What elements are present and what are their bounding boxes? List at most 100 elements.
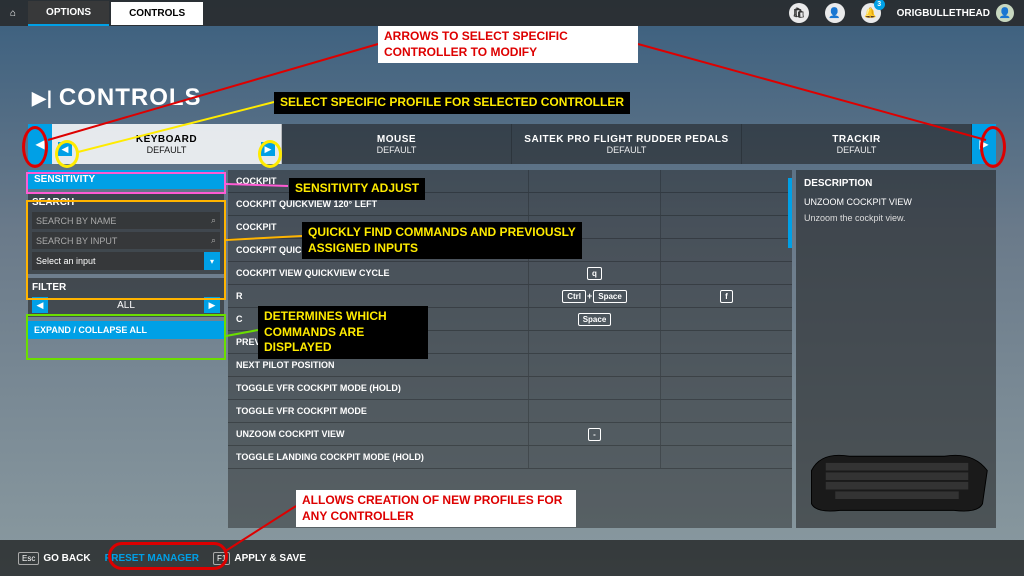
controller-profile: DEFAULT xyxy=(607,145,647,155)
notifications-icon[interactable]: 🔔 3 xyxy=(861,3,881,23)
controller-next-arrow[interactable]: ▶ xyxy=(972,124,996,164)
apply-save-label: APPLY & SAVE xyxy=(234,553,306,564)
left-column: SENSITIVITY SEARCH SEARCH BY NAME ⌕ SEAR… xyxy=(28,170,224,528)
command-binding-2[interactable] xyxy=(660,239,792,261)
command-binding-1[interactable]: q xyxy=(528,262,660,284)
command-label: TOGGLE VFR COCKPIT MODE xyxy=(228,406,528,416)
command-binding-1[interactable] xyxy=(528,331,660,353)
go-back-button[interactable]: Esc GO BACK xyxy=(18,552,91,565)
controller-name: TRACKIR xyxy=(832,134,881,145)
command-label: R xyxy=(228,291,528,301)
description-panel: DESCRIPTION UNZOOM COCKPIT VIEW Unzoom t… xyxy=(796,170,996,528)
command-row[interactable]: RCtrl + Spacef xyxy=(228,285,792,308)
expand-collapse-button[interactable]: EXPAND / COLLAPSE ALL xyxy=(28,321,224,339)
command-row[interactable]: TOGGLE LANDING COCKPIT MODE (HOLD) xyxy=(228,446,792,469)
profile-icon[interactable]: 👤 xyxy=(825,3,845,23)
store-icon[interactable]: 🛍 xyxy=(789,3,809,23)
description-name: UNZOOM COCKPIT VIEW xyxy=(804,197,988,207)
command-binding-2[interactable] xyxy=(660,262,792,284)
search-placeholder: SEARCH BY NAME xyxy=(36,216,116,226)
command-binding-2[interactable] xyxy=(660,170,792,192)
command-label: NEXT PILOT POSITION xyxy=(228,360,528,370)
annotation-profile: SELECT SPECIFIC PROFILE FOR SELECTED CON… xyxy=(274,92,630,114)
command-label: UNZOOM COCKPIT VIEW xyxy=(228,429,528,439)
annotation-filter: DETERMINES WHICH COMMANDS ARE DISPLAYED xyxy=(258,306,428,359)
command-binding-1[interactable] xyxy=(528,354,660,376)
command-binding-2[interactable] xyxy=(660,354,792,376)
command-binding-2[interactable] xyxy=(660,400,792,422)
avatar: 👤 xyxy=(996,4,1014,22)
command-label: TOGGLE VFR COCKPIT MODE (HOLD) xyxy=(228,383,528,393)
command-binding-2[interactable] xyxy=(660,216,792,238)
key-hint: Esc xyxy=(18,552,39,565)
apply-save-button[interactable]: F1 APPLY & SAVE xyxy=(213,552,306,565)
controller-tab-keyboard[interactable]: KEYBOARD DEFAULT ◀ ▶ xyxy=(52,124,282,164)
filter-value: ALL xyxy=(48,300,204,311)
command-binding-2[interactable] xyxy=(660,193,792,215)
keyboard-image xyxy=(802,440,992,520)
command-label: COCKPIT QUICKVIEW 120° LEFT xyxy=(228,199,528,209)
search-panel: SEARCH SEARCH BY NAME ⌕ SEARCH BY INPUT … xyxy=(28,193,224,274)
filter-title: FILTER xyxy=(32,282,220,293)
chevron-down-icon: ▾ xyxy=(204,252,220,270)
tab-options[interactable]: OPTIONS xyxy=(28,1,109,26)
sensitivity-button[interactable]: SENSITIVITY xyxy=(28,170,224,189)
command-row[interactable]: TOGGLE VFR COCKPIT MODE xyxy=(228,400,792,423)
preset-manager-button[interactable]: PRESET MANAGER xyxy=(105,553,199,564)
tab-controls[interactable]: CONTROLS xyxy=(111,2,203,25)
command-binding-1[interactable] xyxy=(528,400,660,422)
username-label: ORIGBULLETHEAD xyxy=(897,8,990,19)
command-binding-1[interactable]: - xyxy=(528,423,660,445)
command-binding-2[interactable] xyxy=(660,308,792,330)
command-binding-1[interactable] xyxy=(528,377,660,399)
go-back-label: GO BACK xyxy=(43,553,90,564)
search-icon: ⌕ xyxy=(211,235,216,246)
filter-next-arrow[interactable]: ▶ xyxy=(204,297,220,313)
select-input-label: Select an input xyxy=(36,256,96,266)
command-binding-1[interactable] xyxy=(528,193,660,215)
search-icon: ⌕ xyxy=(211,215,216,226)
notification-badge: 3 xyxy=(874,0,885,10)
controller-tab-pedals[interactable]: SAITEK PRO FLIGHT RUDDER PEDALS DEFAULT xyxy=(512,124,742,164)
controller-prev-arrow[interactable]: ◀ xyxy=(28,124,52,164)
bottom-bar: Esc GO BACK PRESET MANAGER F1 APPLY & SA… xyxy=(0,540,1024,576)
page-title-text: CONTROLS xyxy=(59,84,202,112)
command-label: COCKPIT VIEW QUICKVIEW CYCLE xyxy=(228,268,528,278)
scrollbar[interactable] xyxy=(788,178,792,248)
controller-tab-trackir[interactable]: TRACKIR DEFAULT xyxy=(742,124,972,164)
command-row[interactable]: TOGGLE VFR COCKPIT MODE (HOLD) xyxy=(228,377,792,400)
command-row[interactable]: COCKPIT VIEW QUICKVIEW CYCLEq xyxy=(228,262,792,285)
username-area[interactable]: ORIGBULLETHEAD 👤 xyxy=(897,4,1014,22)
search-by-name-input[interactable]: SEARCH BY NAME ⌕ xyxy=(32,212,220,229)
command-binding-1[interactable] xyxy=(528,170,660,192)
controller-row: ◀ KEYBOARD DEFAULT ◀ ▶ MOUSE DEFAULT SAI… xyxy=(28,124,996,164)
top-bar: ⌂ OPTIONS CONTROLS 🛍 👤 🔔 3 ORIGBULLETHEA… xyxy=(0,0,1024,26)
command-binding-2[interactable] xyxy=(660,446,792,468)
command-binding-1[interactable]: Space xyxy=(528,308,660,330)
filter-panel: FILTER ◀ ALL ▶ xyxy=(28,278,224,317)
command-row[interactable]: UNZOOM COCKPIT VIEW- xyxy=(228,423,792,446)
description-title: DESCRIPTION xyxy=(804,178,988,189)
home-icon[interactable]: ⌂ xyxy=(10,8,16,19)
select-input-dropdown[interactable]: Select an input ▾ xyxy=(32,252,220,270)
command-label: TOGGLE LANDING COCKPIT MODE (HOLD) xyxy=(228,452,528,462)
command-binding-2[interactable] xyxy=(660,423,792,445)
filter-prev-arrow[interactable]: ◀ xyxy=(32,297,48,313)
controller-tab-mouse[interactable]: MOUSE DEFAULT xyxy=(282,124,512,164)
search-by-input-input[interactable]: SEARCH BY INPUT ⌕ xyxy=(32,232,220,249)
controller-profile: DEFAULT xyxy=(377,145,417,155)
key-hint: F1 xyxy=(213,552,230,565)
controller-name: MOUSE xyxy=(377,134,416,145)
controller-name: SAITEK PRO FLIGHT RUDDER PEDALS xyxy=(524,134,728,145)
annotation-sensitivity: SENSITIVITY ADJUST xyxy=(289,178,425,200)
command-binding-2[interactable] xyxy=(660,377,792,399)
annotation-preset: ALLOWS CREATION OF NEW PROFILES FOR ANY … xyxy=(296,490,576,527)
profile-prev-arrow[interactable]: ◀ xyxy=(58,142,72,156)
controller-profile: DEFAULT xyxy=(837,145,877,155)
command-binding-2[interactable] xyxy=(660,331,792,353)
command-binding-1[interactable] xyxy=(528,446,660,468)
command-binding-2[interactable]: f xyxy=(660,285,792,307)
description-text: Unzoom the cockpit view. xyxy=(804,213,988,223)
profile-next-arrow[interactable]: ▶ xyxy=(261,142,275,156)
command-binding-1[interactable]: Ctrl + Space xyxy=(528,285,660,307)
